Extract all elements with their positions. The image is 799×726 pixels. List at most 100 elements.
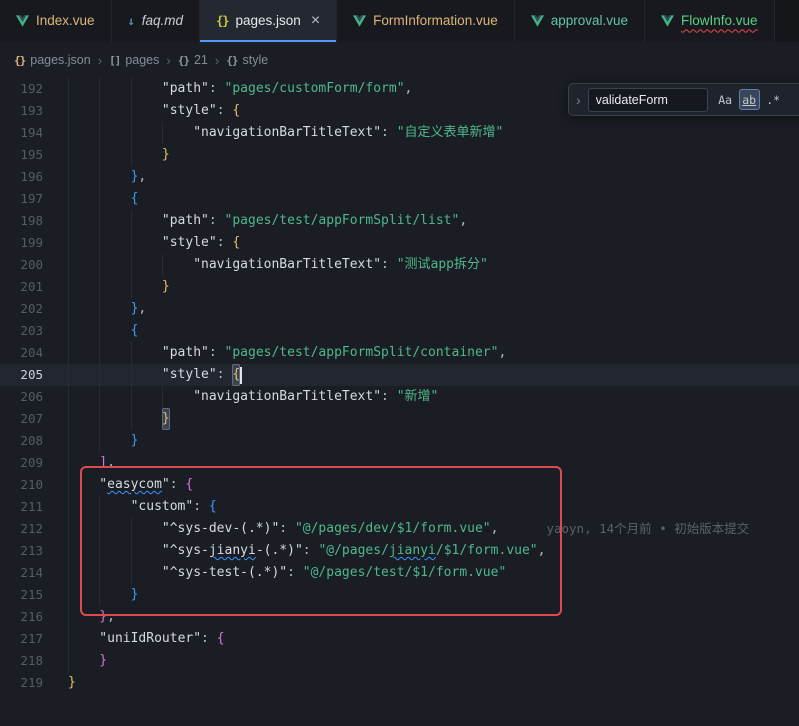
breadcrumb: {}pages.json›[]pages›{}21›{}style — [0, 42, 799, 78]
line-content: "uniIdRouter": { — [68, 628, 225, 650]
indent-guide — [131, 254, 162, 276]
code-line-202[interactable]: 202}, — [0, 298, 799, 320]
code-line-219[interactable]: 219} — [0, 672, 799, 694]
line-number[interactable]: 219 — [0, 672, 68, 694]
breadcrumb-separator: › — [166, 53, 170, 68]
code-line-197[interactable]: 197{ — [0, 188, 799, 210]
code-line-206[interactable]: 206"navigationBarTitleText": "新增" — [0, 386, 799, 408]
line-number[interactable]: 192 — [0, 78, 68, 100]
line-number[interactable]: 193 — [0, 100, 68, 122]
code-line-213[interactable]: 213"^sys-jianyi-(.*)": "@/pages/jianyi/$… — [0, 540, 799, 562]
vue-icon — [353, 15, 366, 27]
code-line-211[interactable]: 211"custom": { — [0, 496, 799, 518]
breadcrumb-item-style[interactable]: {}style — [226, 53, 268, 67]
code-line-204[interactable]: 204"path": "pages/test/appFormSplit/cont… — [0, 342, 799, 364]
code-line-198[interactable]: 198"path": "pages/test/appFormSplit/list… — [0, 210, 799, 232]
line-number[interactable]: 198 — [0, 210, 68, 232]
code-line-203[interactable]: 203{ — [0, 320, 799, 342]
line-number[interactable]: 216 — [0, 606, 68, 628]
line-number[interactable]: 201 — [0, 276, 68, 298]
tab-pages-json[interactable]: {}pages.json× — [200, 0, 337, 42]
indent-guide — [131, 78, 162, 100]
code-line-212[interactable]: 212"^sys-dev-(.*)": "@/pages/dev/$1/form… — [0, 518, 799, 540]
indent-guide — [99, 518, 130, 540]
tab-flowinfo-vue[interactable]: FlowInfo.vue — [645, 0, 775, 42]
line-number[interactable]: 202 — [0, 298, 68, 320]
indent-guide — [99, 166, 130, 188]
tab-index-vue[interactable]: Index.vue — [0, 0, 112, 42]
code-line-205[interactable]: 205"style": { — [0, 364, 799, 386]
line-number[interactable]: 196 — [0, 166, 68, 188]
line-number[interactable]: 212 — [0, 518, 68, 540]
find-toggle-whole-word[interactable]: ab — [739, 89, 760, 110]
code-line-208[interactable]: 208} — [0, 430, 799, 452]
indent-guide — [99, 430, 130, 452]
line-number[interactable]: 200 — [0, 254, 68, 276]
line-number[interactable]: 205 — [0, 364, 68, 386]
line-number[interactable]: 206 — [0, 386, 68, 408]
indent-guide — [68, 584, 99, 606]
line-number[interactable]: 211 — [0, 496, 68, 518]
line-number[interactable]: 217 — [0, 628, 68, 650]
code-line-201[interactable]: 201} — [0, 276, 799, 298]
code-line-207[interactable]: 207} — [0, 408, 799, 430]
code-line-215[interactable]: 215} — [0, 584, 799, 606]
breadcrumb-item-pages-json[interactable]: {}pages.json — [14, 53, 91, 67]
line-number[interactable]: 215 — [0, 584, 68, 606]
code-line-200[interactable]: 200"navigationBarTitleText": "测试app拆分" — [0, 254, 799, 276]
find-input[interactable] — [588, 88, 708, 112]
line-number[interactable]: 214 — [0, 562, 68, 584]
line-content: "navigationBarTitleText": "新增" — [68, 386, 438, 408]
code-line-214[interactable]: 214"^sys-test-(.*)": "@/pages/test/$1/fo… — [0, 562, 799, 584]
indent-guide — [162, 254, 193, 276]
find-toggle-match-case[interactable]: Aa — [715, 89, 736, 110]
line-number[interactable]: 209 — [0, 452, 68, 474]
breadcrumb-item-pages[interactable]: []pages — [109, 53, 159, 67]
indent-guide — [68, 496, 99, 518]
line-number[interactable]: 199 — [0, 232, 68, 254]
indent-guide — [162, 386, 193, 408]
code-line-217[interactable]: 217"uniIdRouter": { — [0, 628, 799, 650]
indent-guide — [99, 100, 130, 122]
breadcrumb-separator: › — [98, 53, 102, 68]
code-line-218[interactable]: 218} — [0, 650, 799, 672]
code-line-210[interactable]: 210"easycom": { — [0, 474, 799, 496]
line-number[interactable]: 195 — [0, 144, 68, 166]
code-line-209[interactable]: 209], — [0, 452, 799, 474]
indent-guide — [131, 518, 162, 540]
indent-guide — [68, 276, 99, 298]
tab-faq-md[interactable]: ↓faq.md — [112, 0, 201, 42]
indent-guide — [131, 386, 162, 408]
code-line-216[interactable]: 216}, — [0, 606, 799, 628]
line-number[interactable]: 194 — [0, 122, 68, 144]
code-line-194[interactable]: 194"navigationBarTitleText": "自定义表单新增" — [0, 122, 799, 144]
code-line-199[interactable]: 199"style": { — [0, 232, 799, 254]
line-number[interactable]: 197 — [0, 188, 68, 210]
indent-guide — [99, 584, 130, 606]
line-content: { — [68, 188, 138, 210]
line-number[interactable]: 210 — [0, 474, 68, 496]
tab-label: approval.vue — [551, 14, 628, 28]
line-number[interactable]: 207 — [0, 408, 68, 430]
line-number[interactable]: 213 — [0, 540, 68, 562]
code-line-196[interactable]: 196}, — [0, 166, 799, 188]
line-number[interactable]: 203 — [0, 320, 68, 342]
find-toggle-regex[interactable]: .* — [763, 89, 784, 110]
close-tab-icon[interactable]: × — [311, 13, 320, 29]
line-number[interactable]: 208 — [0, 430, 68, 452]
line-content: }, — [68, 606, 115, 628]
find-widget: › Aaab.* — [568, 83, 799, 116]
indent-guide — [131, 232, 162, 254]
tab-forminformation-vue[interactable]: FormInformation.vue — [337, 0, 515, 42]
line-number[interactable]: 218 — [0, 650, 68, 672]
code-line-195[interactable]: 195} — [0, 144, 799, 166]
indent-guide — [68, 452, 99, 474]
find-expand-chevron[interactable]: › — [576, 92, 581, 108]
line-number[interactable]: 204 — [0, 342, 68, 364]
tab-approval-vue[interactable]: approval.vue — [515, 0, 645, 42]
line-content: } — [68, 144, 170, 166]
breadcrumb-item-21[interactable]: {}21 — [178, 53, 208, 67]
indent-guide — [131, 276, 162, 298]
code-area[interactable]: 192"path": "pages/customForm/form",193"s… — [0, 78, 799, 726]
indent-guide — [68, 540, 99, 562]
